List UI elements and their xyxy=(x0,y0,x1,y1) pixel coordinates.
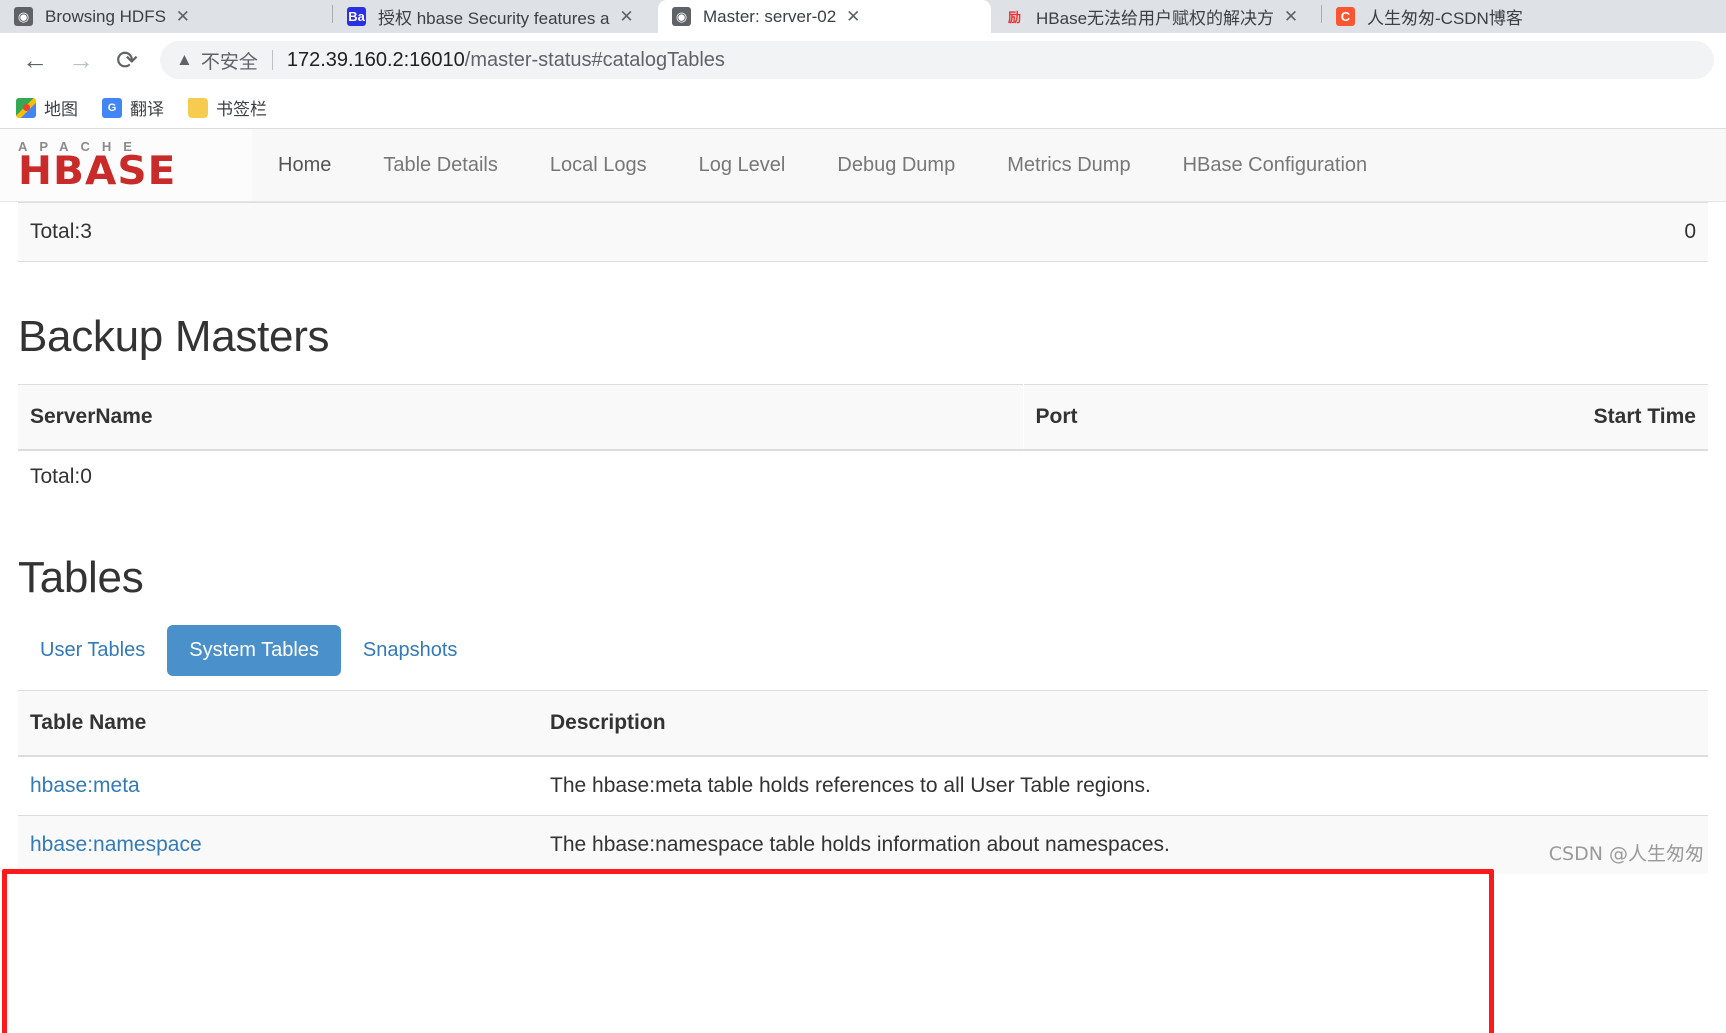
browser-tab-hbase-grant-solution[interactable]: 励 HBase无法给用户赋权的解决方 ✕ xyxy=(991,0,1321,33)
csdn-icon: C xyxy=(1336,7,1355,26)
tab-title: 授权 hbase Security features a xyxy=(378,9,610,28)
table-link-hbase-namespace[interactable]: hbase:namespace xyxy=(30,833,202,856)
tab-close-icon[interactable]: ✕ xyxy=(610,0,644,33)
table-description-cell: The hbase:namespace table holds informat… xyxy=(538,815,1348,874)
bookmark-label: 地图 xyxy=(44,100,78,119)
nav-item-table-details[interactable]: Table Details xyxy=(357,129,524,202)
forward-button[interactable]: → xyxy=(58,37,104,83)
browser-tab-csdn-blog[interactable]: C 人生匆匆-CSDN博客 xyxy=(1322,0,1622,33)
tab-snapshots[interactable]: Snapshots xyxy=(341,625,480,676)
warning-triangle-icon[interactable]: ▲ xyxy=(176,50,193,70)
bookmark-translate[interactable]: G 翻译 xyxy=(102,95,164,120)
tables-heading: Tables xyxy=(18,553,144,602)
table-row: Total:0 xyxy=(18,449,1708,503)
table-name-cell: hbase:meta xyxy=(18,755,538,816)
omnibox-divider xyxy=(271,50,273,70)
tab-strip: ◉ Browsing HDFS ✕ Ba 授权 hbase Security f… xyxy=(0,0,1726,33)
browser-tab-browsing-hdfs[interactable]: ◉ Browsing HDFS ✕ xyxy=(0,0,332,33)
url-path: /master-status#catalogTables xyxy=(464,48,725,71)
table-link-hbase-meta[interactable]: hbase:meta xyxy=(30,774,140,797)
column-header-table-name[interactable]: Table Name xyxy=(18,690,538,757)
tab-close-icon[interactable]: ✕ xyxy=(836,0,870,33)
region-servers-total-row: Total:3 0 xyxy=(18,202,1708,262)
region-servers-total-row-wrap: Total:3 0 xyxy=(0,202,1726,262)
table-description-cell: The hbase:meta table holds references to… xyxy=(538,755,1348,816)
nav-item-home[interactable]: Home xyxy=(252,129,357,202)
table-name-cell: hbase:namespace xyxy=(18,815,538,874)
tab-close-icon[interactable]: ✕ xyxy=(1274,0,1308,33)
tab-close-icon[interactable]: ✕ xyxy=(166,0,200,33)
column-header-servername[interactable]: ServerName xyxy=(18,384,1024,451)
tab-user-tables[interactable]: User Tables xyxy=(18,625,167,676)
translate-icon: G xyxy=(102,97,122,118)
total-right-value: 0 xyxy=(1684,220,1696,243)
tab-title: HBase无法给用户赋权的解决方 xyxy=(1036,9,1275,28)
tab-system-tables[interactable]: System Tables xyxy=(167,625,341,676)
address-bar[interactable]: ▲ 不安全 172.39.160.2:16010/master-status#c… xyxy=(160,41,1714,79)
nav-item-hbase-configuration[interactable]: HBase Configuration xyxy=(1157,129,1394,202)
browser-tab-master-server-02[interactable]: ◉ Master: server-02 ✕ xyxy=(658,0,991,33)
nav-item-metrics-dump[interactable]: Metrics Dump xyxy=(981,129,1156,202)
backup-masters-table: ServerName Port Start Time Total:0 xyxy=(18,384,1708,503)
logo-hbase-text: HBASE xyxy=(18,149,177,195)
tab-title: Master: server-02 xyxy=(703,6,837,26)
bookmark-folder[interactable]: 书签栏 xyxy=(188,95,267,120)
page-content: Backup Masters ServerName Port Start Tim… xyxy=(0,312,1726,874)
table-row[interactable]: hbase:namespace The hbase:namespace tabl… xyxy=(18,815,1708,874)
nav-item-debug-dump[interactable]: Debug Dump xyxy=(811,129,981,202)
column-header-start-time[interactable]: Start Time xyxy=(1453,384,1708,451)
url-text: 172.39.160.2:16010/master-status#catalog… xyxy=(287,49,725,72)
backup-masters-total: Total:0 xyxy=(18,449,1708,503)
url-host: 172.39.160.2:16010 xyxy=(286,48,465,71)
browser-chrome: ◉ Browsing HDFS ✕ Ba 授权 hbase Security f… xyxy=(0,0,1726,129)
system-tables-table: Table Name Description hbase:meta The hb… xyxy=(18,690,1708,874)
bookmark-label: 翻译 xyxy=(130,100,164,119)
hbase-nav-menu: Home Table Details Local Logs Log Level … xyxy=(252,129,1393,201)
table-spacer-cell xyxy=(1348,755,1708,816)
tables-tab-bar: User Tables System Tables Snapshots xyxy=(18,625,1708,676)
hbase-logo[interactable]: APACHE HBASE xyxy=(0,129,252,201)
security-label: 不安全 xyxy=(200,51,258,73)
annotation-highlight-box xyxy=(2,869,1494,1033)
nav-item-local-logs[interactable]: Local Logs xyxy=(524,129,673,202)
column-header-description[interactable]: Description xyxy=(538,690,1348,757)
back-button[interactable]: ← xyxy=(12,37,58,83)
hbase-icon: 励 xyxy=(1007,10,1021,25)
bookmark-maps[interactable]: 地图 xyxy=(16,95,78,120)
reload-button[interactable]: ⟳ xyxy=(104,37,150,83)
globe-icon: ◉ xyxy=(14,7,33,26)
browser-toolbar: ← → ⟳ ▲ 不安全 172.39.160.2:16010/master-st… xyxy=(0,33,1726,87)
column-header-port[interactable]: Port xyxy=(1023,384,1453,451)
column-header-spacer xyxy=(1348,690,1708,757)
watermark-text: CSDN @人生匆匆 xyxy=(1548,843,1704,865)
bookmark-label: 书签栏 xyxy=(216,100,267,119)
system-tables-panel: Table Name Description hbase:meta The hb… xyxy=(18,690,1708,874)
baidu-icon: Ba xyxy=(347,7,366,26)
maps-icon xyxy=(16,97,36,118)
table-header-row: ServerName Port Start Time xyxy=(18,384,1708,451)
tab-title: Browsing HDFS xyxy=(45,6,166,26)
nav-item-log-level[interactable]: Log Level xyxy=(673,129,812,202)
table-header-row: Table Name Description xyxy=(18,690,1708,757)
folder-icon xyxy=(188,97,208,118)
tab-title: 人生匆匆-CSDN博客 xyxy=(1367,9,1523,28)
hbase-master-status-page: APACHE HBASE Home Table Details Local Lo… xyxy=(0,129,1726,1033)
globe-icon: ◉ xyxy=(672,7,691,26)
browser-tab-hbase-security[interactable]: Ba 授权 hbase Security features a ✕ xyxy=(333,0,658,33)
total-label: Total:3 xyxy=(30,220,92,243)
hbase-navbar: APACHE HBASE Home Table Details Local Lo… xyxy=(0,129,1726,202)
table-row[interactable]: hbase:meta The hbase:meta table holds re… xyxy=(18,755,1708,816)
backup-masters-heading: Backup Masters xyxy=(18,312,330,361)
bookmarks-bar: 地图 G 翻译 书签栏 xyxy=(0,87,1726,129)
